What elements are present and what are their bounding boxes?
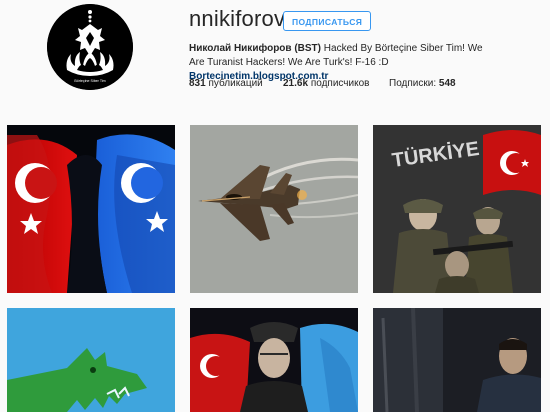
flags-image: [7, 125, 175, 293]
follow-button[interactable]: ПОДПИСАТЬСЯ: [283, 11, 372, 31]
wolf-emblem-icon: Börteçine Siber Tim: [47, 4, 133, 90]
soldiers-image: TÜRKİYE: [373, 125, 541, 293]
profile-header: Börteçine Siber Tim nnikiforov ПОДПИСАТЬ…: [0, 0, 550, 112]
posts-label: публикаций: [208, 78, 263, 89]
portrait-image: [373, 308, 541, 412]
avatar-caption: Börteçine Siber Tim: [74, 79, 105, 83]
post-ataturk-flags[interactable]: [190, 308, 358, 412]
followers-count: 21.6k: [283, 78, 309, 89]
followers-stat[interactable]: 21.6k подписчиков: [283, 78, 369, 89]
post-man-portrait[interactable]: [373, 308, 541, 412]
post-grey-wolf[interactable]: [7, 308, 175, 412]
ataturk-image: [190, 308, 358, 412]
following-label: Подписки:: [389, 78, 437, 89]
post-turkiye-soldiers[interactable]: TÜRKİYE: [373, 125, 541, 293]
posts-stat: 831 публикаций: [189, 78, 263, 89]
followers-label: подписчиков: [310, 78, 370, 89]
wolf-flag-image: [7, 308, 175, 412]
profile-username: nnikiforov: [189, 6, 286, 31]
post-turkish-turan-flags[interactable]: [7, 125, 175, 293]
following-stat[interactable]: Подписки: 548: [389, 78, 456, 89]
profile-avatar[interactable]: Börteçine Siber Tim: [47, 4, 133, 90]
jet-image: [190, 125, 358, 293]
posts-count: 831: [189, 78, 206, 89]
following-count: 548: [438, 78, 456, 89]
profile-full-name: Николай Никифоров (BST): [189, 43, 321, 54]
post-f16-jet[interactable]: [190, 125, 358, 293]
